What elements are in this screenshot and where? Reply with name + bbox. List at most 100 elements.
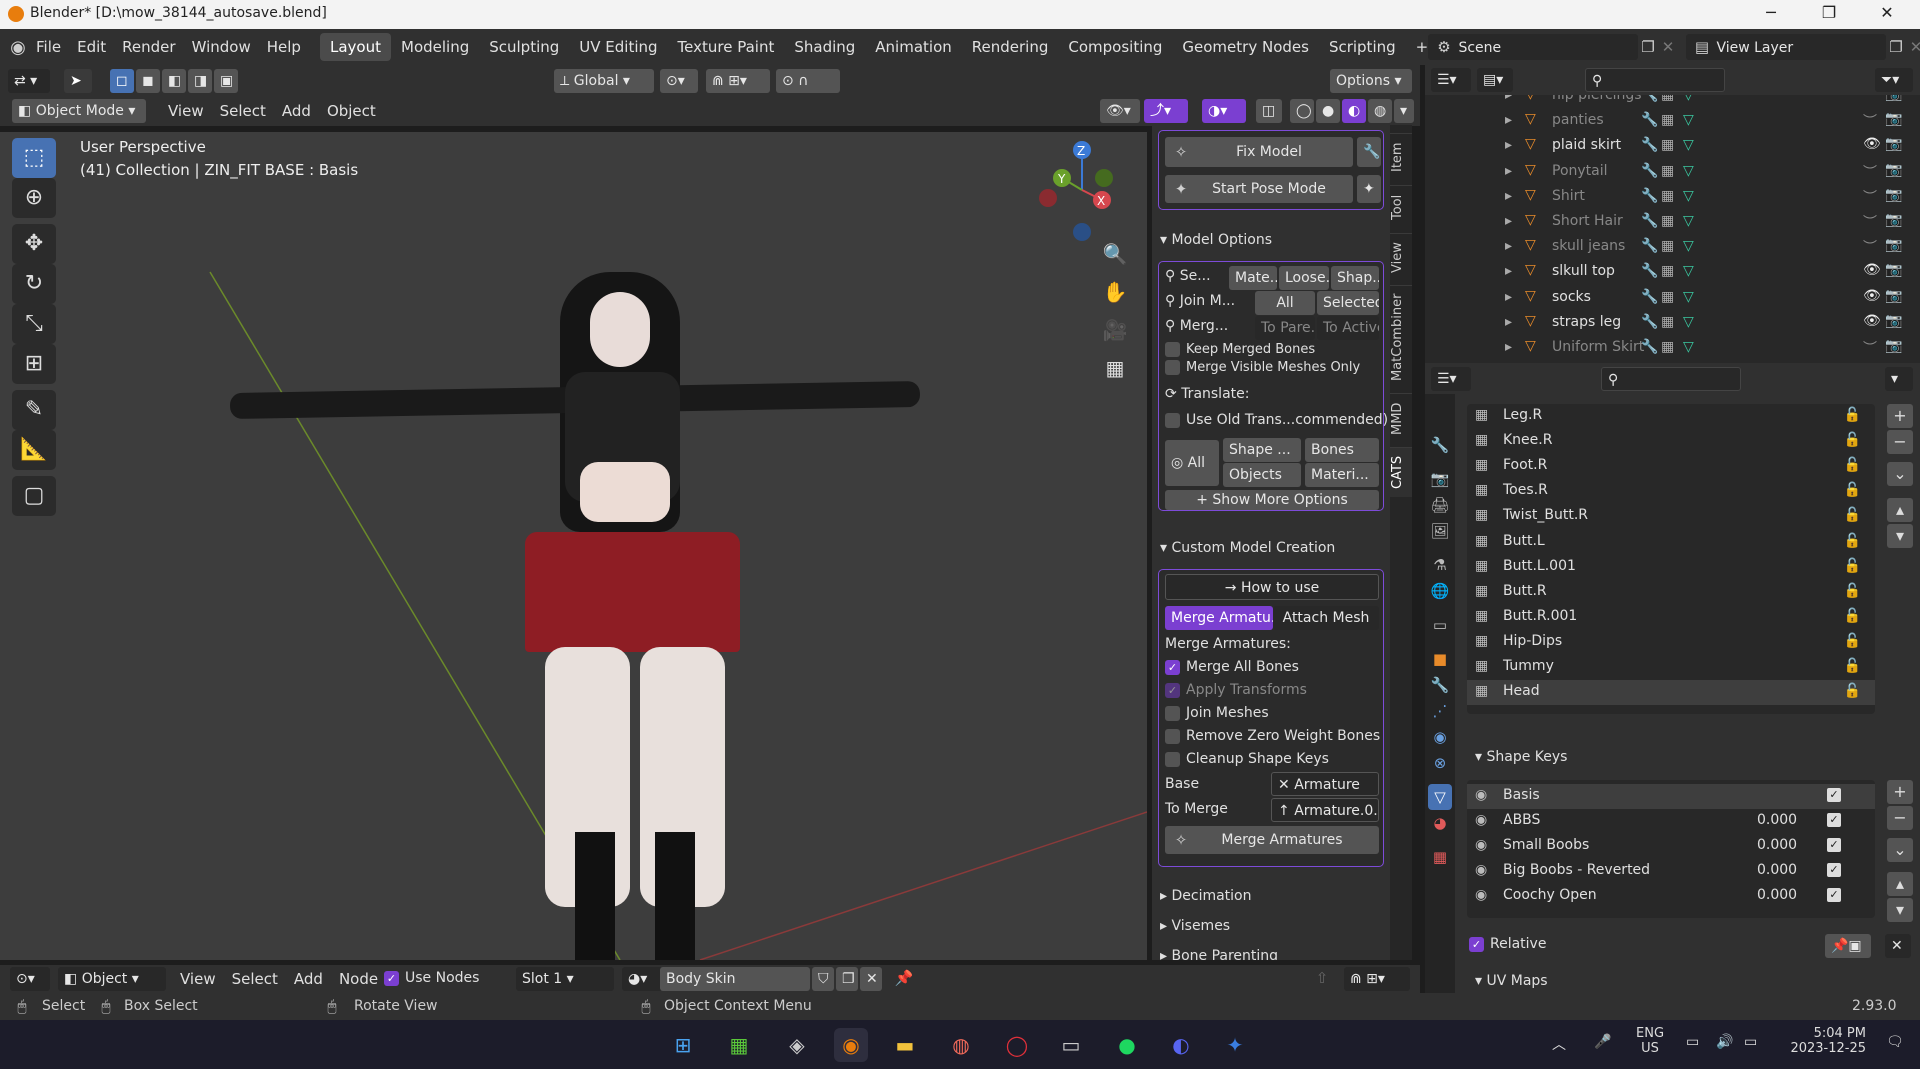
node-editor-type-icon[interactable]: ⊙▾	[10, 967, 50, 991]
select-invert-icon[interactable]: ◨	[188, 69, 212, 93]
lock-icon[interactable]: 🔓	[1844, 407, 1861, 423]
data-properties-icon[interactable]: ▽	[1428, 784, 1452, 810]
tab-item[interactable]: Item	[1390, 133, 1412, 181]
shape-key-row[interactable]: ◉ ABBS 0.000 ✓	[1467, 809, 1875, 834]
particles-properties-icon[interactable]: ⋰	[1428, 698, 1452, 724]
rotate-tool-icon[interactable]: ↻	[12, 264, 56, 304]
tab-matcombiner[interactable]: MatCombiner	[1390, 285, 1412, 389]
minecraft-icon[interactable]: ▦	[722, 1028, 756, 1062]
merge-all-bones-checkbox[interactable]: ✓ Merge All Bones	[1165, 659, 1299, 675]
gizmo-toggle-icon[interactable]: ⤴▾	[1144, 99, 1188, 123]
minimize-icon[interactable]: ─	[1748, 3, 1794, 27]
clear-shape-keys-icon[interactable]: ✕	[1885, 934, 1911, 958]
shading-options-icon[interactable]: ▾	[1394, 99, 1414, 123]
render-camera-icon[interactable]: 📷	[1885, 162, 1902, 178]
cleanup-shape-keys-checkbox[interactable]: Cleanup Shape Keys	[1165, 751, 1329, 767]
outliner-item[interactable]: ▸ ▽ skull jeans 🔧 ▦ ▽ ︶ 📷	[1425, 235, 1902, 260]
tab-layout[interactable]: Layout	[320, 33, 391, 61]
browser-app-icon[interactable]: ✦	[1218, 1028, 1252, 1062]
properties-search-input[interactable]: ⚲	[1601, 367, 1741, 391]
tab-scripting[interactable]: Scripting	[1319, 33, 1406, 61]
shader-type-select[interactable]: ◧ Object ▾	[58, 967, 166, 991]
properties-options-icon[interactable]: ▾	[1885, 367, 1913, 391]
translate-materials-button[interactable]: Materi...	[1305, 463, 1379, 487]
clock[interactable]: 5:04 PM 2023-12-25	[1786, 1026, 1866, 1056]
shape-key-pin-icon[interactable]: 📌▣	[1825, 934, 1871, 958]
outliner-item[interactable]: ▸ ▽ Ponytail 🔧 ▦ ▽ ︶ 📷	[1425, 160, 1902, 185]
maximize-icon[interactable]: ❐	[1806, 3, 1852, 27]
opera-icon[interactable]: ◯	[1000, 1028, 1034, 1062]
duplicate-material-icon[interactable]: ❐	[836, 967, 858, 991]
expand-arrow-icon[interactable]: ▸	[1505, 112, 1512, 128]
world-properties-icon[interactable]: 🌐	[1428, 578, 1452, 604]
use-nodes-checkbox[interactable]: ✓ Use Nodes	[384, 970, 479, 986]
node-menu-node[interactable]: Node	[331, 967, 386, 991]
shape-key-mute-checkbox[interactable]: ✓	[1827, 838, 1841, 853]
vertex-group-row[interactable]: ▦ Hip-Dips 🔓	[1467, 630, 1875, 655]
apply-transforms-checkbox[interactable]: ✓ Apply Transforms	[1165, 682, 1307, 698]
blender-menu-icon[interactable]: ◉	[8, 37, 28, 58]
tab-geometry-nodes[interactable]: Geometry Nodes	[1172, 33, 1319, 61]
3d-viewport[interactable]: User Perspective (41) Collection | ZIN_F…	[0, 132, 1147, 960]
zoom-icon[interactable]: 🔍	[1098, 237, 1132, 271]
expand-arrow-icon[interactable]: ▸	[1505, 163, 1512, 179]
expand-arrow-icon[interactable]: ▸	[1505, 213, 1512, 229]
lock-icon[interactable]: 🔓	[1844, 683, 1861, 699]
custom-model-creation-header[interactable]: ▾ Custom Model Creation	[1152, 535, 1390, 561]
shape-key-mute-checkbox[interactable]: ✓	[1827, 863, 1841, 878]
object-properties-icon[interactable]: ■	[1428, 646, 1452, 672]
microphone-icon[interactable]: 🎤	[1594, 1034, 1611, 1050]
shape-key-row[interactable]: ◉ Basis ✓	[1467, 784, 1875, 809]
visibility-eye-icon[interactable]: ︶	[1863, 237, 1877, 257]
how-to-use-button[interactable]: → How to use	[1165, 574, 1379, 600]
join-selected-button[interactable]: Selected	[1317, 291, 1379, 315]
lock-icon[interactable]: 🔓	[1844, 457, 1861, 473]
tab-merge-armatures[interactable]: Merge Armatu...	[1165, 606, 1273, 630]
render-camera-icon[interactable]: 📷	[1885, 212, 1902, 228]
node-menu-add[interactable]: Add	[286, 967, 331, 991]
properties-editor-type-icon[interactable]: ☰▾	[1431, 367, 1471, 391]
render-camera-icon[interactable]: 📷	[1885, 237, 1902, 253]
vertex-group-row[interactable]: ▦ Butt.L 🔓	[1467, 530, 1875, 555]
to-merge-armature-select[interactable]: ↑ Armature.0...	[1271, 798, 1379, 822]
add-cube-tool-icon[interactable]: ▢	[12, 476, 56, 516]
vertex-group-row[interactable]: ▦ Butt.L.001 🔓	[1467, 555, 1875, 580]
menu-edit[interactable]: Edit	[69, 33, 114, 61]
expand-arrow-icon[interactable]: ▸	[1505, 263, 1512, 279]
model-options-header[interactable]: ▾ Model Options	[1152, 227, 1390, 253]
shape-key-row[interactable]: ◉ Coochy Open 0.000 ✓	[1467, 884, 1875, 909]
tab-tool[interactable]: Tool	[1390, 185, 1412, 229]
menu-view[interactable]: View	[160, 99, 212, 123]
wireframe-shading-icon[interactable]: ◯	[1290, 99, 1314, 123]
notifications-icon[interactable]: 🗨	[1886, 1034, 1904, 1050]
lock-icon[interactable]: 🔓	[1844, 583, 1861, 599]
lock-icon[interactable]: 🔓	[1844, 608, 1861, 624]
scene-properties-icon[interactable]: ⚗	[1428, 552, 1452, 578]
expand-arrow-icon[interactable]: ▸	[1505, 339, 1512, 355]
node-menu-view[interactable]: View	[172, 967, 224, 991]
visibility-eye-icon[interactable]: ︶	[1863, 95, 1877, 106]
annotate-tool-icon[interactable]: ✎	[12, 390, 56, 430]
parent-node-icon[interactable]: ⇧	[1312, 969, 1332, 987]
vertex-group-row[interactable]: ▦ Head 🔓	[1467, 680, 1875, 706]
separate-loose-button[interactable]: Loose...	[1279, 266, 1329, 290]
outliner-item[interactable]: ▸ ▽ straps leg 🔧 ▦ ▽ 👁 📷	[1425, 311, 1902, 336]
base-armature-select[interactable]: ✕ Armature	[1271, 772, 1379, 796]
move-shape-key-down-icon[interactable]: ▾	[1887, 898, 1913, 922]
move-tool-icon[interactable]: ✥	[12, 224, 56, 264]
mode-select[interactable]: ◧ Object Mode ▾	[12, 99, 146, 123]
use-old-translate-checkbox[interactable]: Use Old Trans...commended)	[1165, 412, 1388, 428]
show-more-options-button[interactable]: + Show More Options	[1165, 490, 1379, 510]
shape-key-mute-checkbox[interactable]: ✓	[1827, 888, 1841, 903]
remove-view-layer-icon[interactable]: ✕	[1906, 38, 1920, 56]
keep-merged-bones-checkbox[interactable]: Keep Merged Bones	[1165, 342, 1315, 357]
battery-icon[interactable]: ▭	[1744, 1034, 1757, 1050]
tab-animation[interactable]: Animation	[865, 33, 961, 61]
visibility-icon[interactable]: 👁▾	[1100, 99, 1140, 123]
shape-keys-header[interactable]: ▾ Shape Keys	[1467, 744, 1867, 770]
pivot-point-icon[interactable]: ⊙▾	[660, 69, 698, 93]
menu-render[interactable]: Render	[114, 33, 183, 61]
tab-compositing[interactable]: Compositing	[1058, 33, 1172, 61]
discord-icon[interactable]: ◐	[1164, 1028, 1198, 1062]
new-scene-icon[interactable]: ❐	[1638, 38, 1658, 56]
